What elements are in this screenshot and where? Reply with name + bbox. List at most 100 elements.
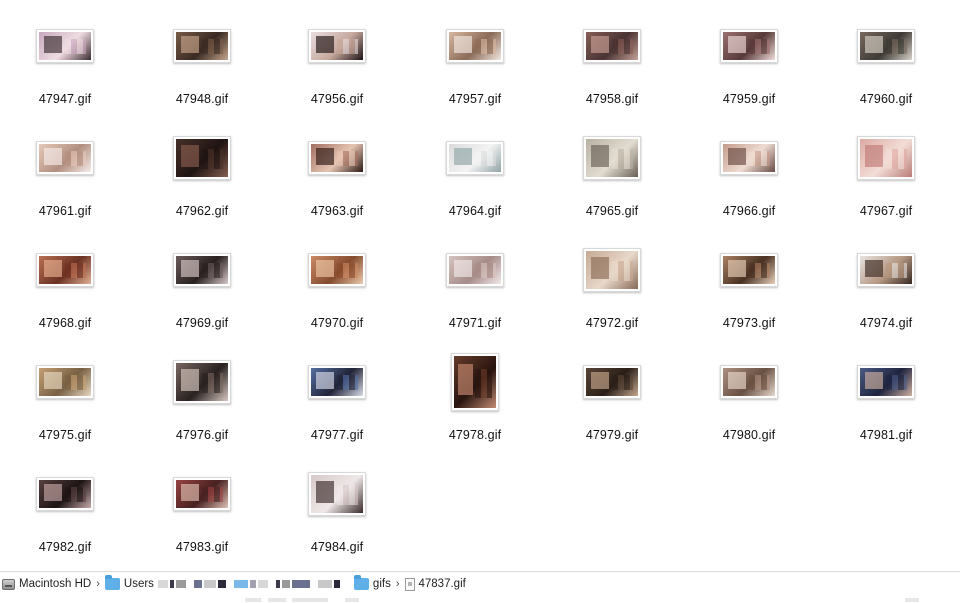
file-thumbnail — [173, 253, 231, 287]
file-item[interactable]: 47968.gif — [10, 232, 120, 344]
file-item[interactable]: 47963.gif — [282, 120, 392, 232]
chevron-right-icon: › — [395, 578, 400, 590]
path-item-label: Users — [123, 578, 154, 590]
file-name-label: 47957.gif — [448, 92, 502, 106]
file-thumbnail — [36, 477, 94, 511]
file-thumbnail — [857, 136, 915, 180]
file-item[interactable]: 47979.gif — [557, 344, 667, 456]
status-strip — [0, 597, 960, 603]
file-item[interactable]: 47967.gif — [831, 120, 941, 232]
file-name-label: 47974.gif — [859, 316, 913, 330]
file-thumbnail — [308, 253, 366, 287]
file-name-label: 47959.gif — [722, 92, 776, 106]
file-item[interactable]: 47973.gif — [694, 232, 804, 344]
file-item[interactable]: 47978.gif — [420, 344, 530, 456]
file-icon — [404, 577, 415, 591]
file-item[interactable]: 47969.gif — [147, 232, 257, 344]
file-thumbnail-area — [831, 8, 941, 84]
file-thumbnail — [308, 472, 366, 516]
file-thumbnail-area — [282, 456, 392, 532]
file-thumbnail-area — [831, 344, 941, 420]
redacted-block — [317, 580, 332, 588]
file-thumbnail-area — [694, 120, 804, 196]
file-thumbnail — [720, 365, 778, 399]
file-item[interactable]: 47961.gif — [10, 120, 120, 232]
path-item-gifs[interactable]: gifs — [353, 572, 391, 597]
file-thumbnail-area — [694, 232, 804, 308]
file-item[interactable]: 47965.gif — [557, 120, 667, 232]
file-item[interactable]: 47983.gif — [147, 456, 257, 568]
file-thumbnail — [451, 353, 499, 411]
redacted-block — [233, 580, 248, 588]
file-item[interactable]: 47982.gif — [10, 456, 120, 568]
file-thumbnail — [308, 141, 366, 175]
file-item[interactable]: 47970.gif — [282, 232, 392, 344]
file-thumbnail-area — [557, 120, 667, 196]
hard-drive-icon — [2, 578, 15, 590]
file-item[interactable]: 47959.gif — [694, 8, 804, 120]
file-name-label: 47977.gif — [310, 428, 364, 442]
file-thumbnail-area — [147, 232, 257, 308]
file-thumbnail — [583, 365, 641, 399]
file-item[interactable]: 47962.gif — [147, 120, 257, 232]
file-item[interactable]: 47984.gif — [282, 456, 392, 568]
file-thumbnail-area — [831, 120, 941, 196]
file-thumbnail-area — [147, 8, 257, 84]
file-name-label: 47968.gif — [38, 316, 92, 330]
file-name-label: 47961.gif — [38, 204, 92, 218]
redacted-block — [291, 580, 310, 588]
chevron-right-icon: › — [96, 578, 100, 590]
path-item-drive[interactable]: Macintosh HD — [2, 572, 91, 597]
file-thumbnail — [720, 29, 778, 63]
file-item[interactable]: 47971.gif — [420, 232, 530, 344]
file-item[interactable]: 47981.gif — [831, 344, 941, 456]
file-thumbnail — [36, 141, 94, 175]
file-thumbnail — [173, 136, 231, 180]
file-thumbnail-area — [694, 8, 804, 84]
file-item[interactable]: 47956.gif — [282, 8, 392, 120]
file-item[interactable]: 47980.gif — [694, 344, 804, 456]
file-name-label: 47979.gif — [585, 428, 639, 442]
file-item[interactable]: 47972.gif — [557, 232, 667, 344]
file-name-label: 47972.gif — [585, 316, 639, 330]
file-item[interactable]: 47976.gif — [147, 344, 257, 456]
redacted-block — [249, 580, 256, 588]
file-item[interactable]: 47977.gif — [282, 344, 392, 456]
file-item[interactable]: 47958.gif — [557, 8, 667, 120]
file-item[interactable]: 47975.gif — [10, 344, 120, 456]
redacted-block — [217, 580, 226, 588]
file-name-label: 47983.gif — [175, 540, 229, 554]
path-item-file[interactable]: 47837.gif — [404, 572, 466, 597]
file-item[interactable]: 47948.gif — [147, 8, 257, 120]
file-item[interactable]: 47966.gif — [694, 120, 804, 232]
file-thumbnail-area — [282, 232, 392, 308]
file-name-label: 47956.gif — [310, 92, 364, 106]
file-thumbnail — [857, 253, 915, 287]
path-item-users[interactable]: Users — [104, 572, 154, 597]
file-item[interactable]: 47960.gif — [831, 8, 941, 120]
file-item[interactable]: 47957.gif — [420, 8, 530, 120]
file-thumbnail-area — [282, 120, 392, 196]
file-thumbnail-area — [831, 232, 941, 308]
file-name-label: 47975.gif — [38, 428, 92, 442]
file-thumbnail-area — [147, 120, 257, 196]
file-name-label: 47973.gif — [722, 316, 776, 330]
path-item-label: Macintosh HD — [19, 578, 92, 590]
file-item[interactable]: 47964.gif — [420, 120, 530, 232]
file-name-label: 47967.gif — [859, 204, 913, 218]
file-thumbnail — [173, 360, 231, 404]
file-thumbnail — [857, 365, 915, 399]
redacted-block — [203, 580, 216, 588]
file-thumbnail — [308, 29, 366, 63]
file-item[interactable]: 47947.gif — [10, 8, 120, 120]
file-thumbnail-area — [282, 344, 392, 420]
file-thumbnail — [446, 141, 504, 175]
redacted-block — [281, 580, 290, 588]
file-thumbnail — [446, 253, 504, 287]
redacted-block — [193, 580, 202, 588]
file-item[interactable]: 47974.gif — [831, 232, 941, 344]
file-name-label: 47963.gif — [310, 204, 364, 218]
file-thumbnail-area — [694, 344, 804, 420]
file-name-label: 47978.gif — [448, 428, 502, 442]
file-name-label: 47976.gif — [175, 428, 229, 442]
